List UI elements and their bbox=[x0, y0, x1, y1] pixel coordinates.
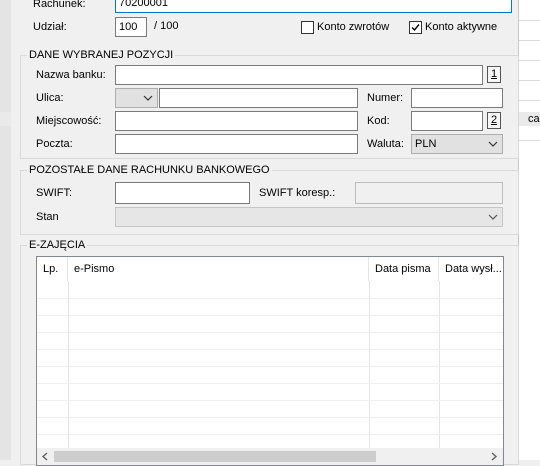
poczta-label: Poczta: bbox=[36, 138, 73, 150]
numer-label: Numer: bbox=[367, 92, 404, 104]
ezajecia-legend: E-ZAJĘCIA bbox=[27, 238, 88, 252]
miejscowosc-input[interactable] bbox=[115, 111, 358, 131]
chevron-down-icon bbox=[488, 214, 498, 220]
waluta-value: PLN bbox=[415, 138, 437, 150]
scrollbar-thumb[interactable] bbox=[54, 451, 376, 462]
kod-input[interactable] bbox=[411, 111, 483, 131]
background-gridline bbox=[519, 80, 540, 81]
swift-label: SWIFT: bbox=[36, 187, 73, 199]
ulica-label: Ulica: bbox=[36, 92, 64, 104]
table-row-line bbox=[37, 315, 503, 316]
check-icon bbox=[411, 24, 420, 32]
ezajecia-table[interactable]: Lp. e-Pismo Data pisma Data wysł... bbox=[36, 256, 504, 466]
swift-koresp-input bbox=[355, 182, 503, 204]
kod-label: Kod: bbox=[367, 115, 390, 127]
background-window-right: ca bbox=[518, 0, 540, 460]
table-row-line bbox=[37, 349, 503, 350]
background-gridline bbox=[519, 140, 540, 141]
udzial-input[interactable]: 100 bbox=[115, 17, 147, 37]
udzial-total: / 100 bbox=[154, 20, 179, 32]
konto-zwrotow-label[interactable]: Konto zwrotów bbox=[317, 20, 389, 34]
dane-pozycji-legend: DANE WYBRANEJ POZYCJI bbox=[27, 48, 176, 62]
swift-koresp-label: SWIFT koresp.: bbox=[259, 187, 336, 199]
waluta-select[interactable]: PLN bbox=[411, 134, 503, 154]
horizontal-scrollbar[interactable] bbox=[37, 448, 503, 465]
table-row-line bbox=[37, 332, 503, 333]
rachunek-input[interactable]: 70200001 bbox=[115, 0, 512, 13]
column-header-epismo[interactable]: e-Pismo bbox=[68, 257, 369, 281]
ulica-prefix-select[interactable] bbox=[115, 88, 158, 108]
chevron-down-icon bbox=[488, 141, 498, 147]
bank-lookup-button-1[interactable]: 1 bbox=[487, 66, 501, 83]
chevron-down-icon bbox=[143, 95, 153, 101]
column-header-data-pisma[interactable]: Data pisma bbox=[369, 257, 439, 281]
udzial-label: Udział: bbox=[33, 21, 67, 33]
background-gridline bbox=[519, 60, 540, 61]
table-row-line bbox=[37, 366, 503, 367]
konto-zwrotow-checkbox[interactable] bbox=[301, 21, 314, 34]
rachunek-label: Rachunek: bbox=[33, 0, 86, 10]
ulica-input[interactable] bbox=[159, 88, 358, 108]
background-row-left bbox=[0, 112, 11, 126]
column-header-data-wysylki[interactable]: Data wysł... bbox=[439, 257, 503, 281]
stan-label: Stan bbox=[36, 211, 59, 223]
nazwa-banku-input[interactable] bbox=[115, 65, 483, 85]
bank-account-dialog: Rachunek: 70200001 Udział: 100 / 100 Kon… bbox=[11, 0, 519, 466]
pozostale-legend: POZOSTAŁE DANE RACHUNKU BANKOWEGO bbox=[27, 163, 272, 177]
miejscowosc-label: Miejscowość: bbox=[36, 115, 102, 127]
table-row-line bbox=[37, 400, 503, 401]
poczta-input[interactable] bbox=[115, 134, 358, 154]
column-header-lp[interactable]: Lp. bbox=[37, 257, 68, 281]
stan-select[interactable] bbox=[115, 207, 503, 227]
background-gridline bbox=[519, 20, 540, 21]
konto-aktywne-label[interactable]: Konto aktywne bbox=[425, 20, 497, 34]
table-row-line bbox=[37, 434, 503, 435]
table-row-line bbox=[37, 298, 503, 299]
numer-input[interactable] bbox=[411, 88, 503, 108]
table-row-line bbox=[37, 383, 503, 384]
table-row-line bbox=[37, 417, 503, 418]
swift-input[interactable] bbox=[115, 182, 250, 204]
postal-lookup-button-2[interactable]: 2 bbox=[487, 112, 501, 129]
waluta-label: Waluta: bbox=[367, 138, 404, 150]
background-gridline bbox=[519, 100, 540, 101]
konto-aktywne-checkbox[interactable] bbox=[409, 21, 422, 34]
background-clipped-text: ca bbox=[528, 113, 540, 125]
background-gridline bbox=[519, 40, 540, 41]
nazwa-banku-label: Nazwa banku: bbox=[36, 69, 106, 81]
